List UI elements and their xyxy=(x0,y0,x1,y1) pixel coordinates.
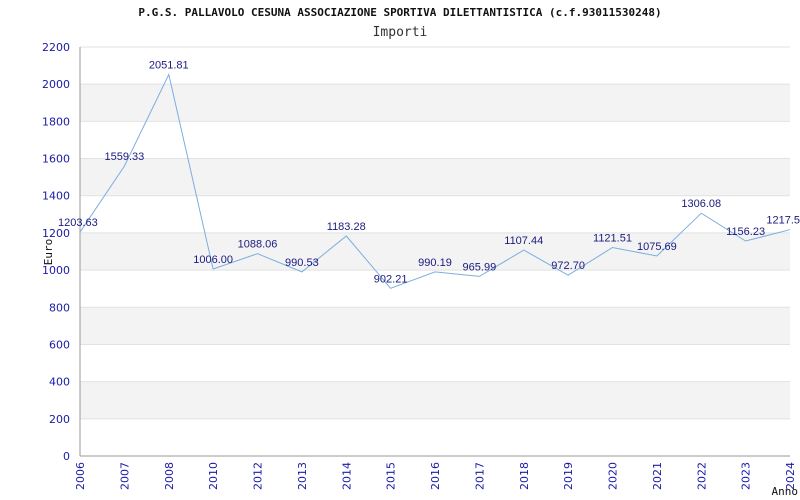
y-tick-label: 0 xyxy=(63,450,70,463)
data-label: 1156.23 xyxy=(726,226,765,238)
x-tick-label: 2017 xyxy=(473,462,486,490)
y-tick-label: 2200 xyxy=(42,41,70,54)
x-tick-label: 2007 xyxy=(118,462,131,490)
grid-band xyxy=(80,307,790,345)
data-label: 1088.06 xyxy=(238,239,278,251)
data-label: 2051.81 xyxy=(149,60,189,72)
data-label: 1183.28 xyxy=(327,221,366,233)
data-label: 1121.51 xyxy=(593,233,632,245)
x-tick-label: 2018 xyxy=(518,462,531,490)
data-label: 1075.69 xyxy=(637,241,677,253)
y-tick-label: 800 xyxy=(49,301,70,314)
x-tick-label: 2021 xyxy=(651,462,664,490)
data-label: 1306.08 xyxy=(681,198,721,210)
x-tick-label: 2023 xyxy=(740,462,753,490)
y-tick-label: 200 xyxy=(49,413,70,426)
x-tick-label: 2013 xyxy=(296,462,309,490)
grid-band xyxy=(80,84,790,122)
x-tick-label: 2022 xyxy=(695,462,708,490)
x-tick-label: 2006 xyxy=(74,462,87,490)
x-tick-label: 2015 xyxy=(385,462,398,490)
grid-band xyxy=(80,158,790,196)
data-label: 1203.63 xyxy=(58,217,98,229)
x-tick-label: 2020 xyxy=(607,462,620,490)
data-label: 972.70 xyxy=(551,260,585,272)
line-chart: 0200400600800100012001400160018002000220… xyxy=(42,41,800,498)
x-tick-label: 2008 xyxy=(163,462,176,490)
y-tick-label: 1400 xyxy=(42,190,70,203)
data-label: 1107.44 xyxy=(504,235,543,247)
y-tick-label: 1800 xyxy=(42,115,70,128)
y-tick-label: 2000 xyxy=(42,78,70,91)
data-label: 1559.33 xyxy=(104,151,144,163)
x-tick-label: 2014 xyxy=(340,462,353,490)
data-label: 990.19 xyxy=(418,257,452,269)
x-tick-label: 2010 xyxy=(207,462,220,490)
y-tick-label: 600 xyxy=(49,338,70,351)
data-label: 1217.5 xyxy=(766,215,800,227)
grid-bands xyxy=(80,84,790,419)
grid-band xyxy=(80,381,790,419)
x-tick-label: 2012 xyxy=(252,462,265,490)
y-tick-label: 400 xyxy=(49,376,70,389)
data-label: 1006.00 xyxy=(193,254,233,266)
data-label: 902.21 xyxy=(374,273,408,285)
x-tick-labels: 2006 2007 2008 2010 2012 2013 2014 2015 2016 2017… xyxy=(74,462,797,490)
y-axis-label: Euro xyxy=(42,239,55,266)
x-tick-label: 2019 xyxy=(562,462,575,490)
data-label: 965.99 xyxy=(463,261,497,273)
data-label: 990.53 xyxy=(285,257,319,269)
x-axis-label: Anno xyxy=(772,485,799,498)
x-tick-label: 2016 xyxy=(429,462,442,490)
y-tick-label: 1600 xyxy=(42,153,70,166)
